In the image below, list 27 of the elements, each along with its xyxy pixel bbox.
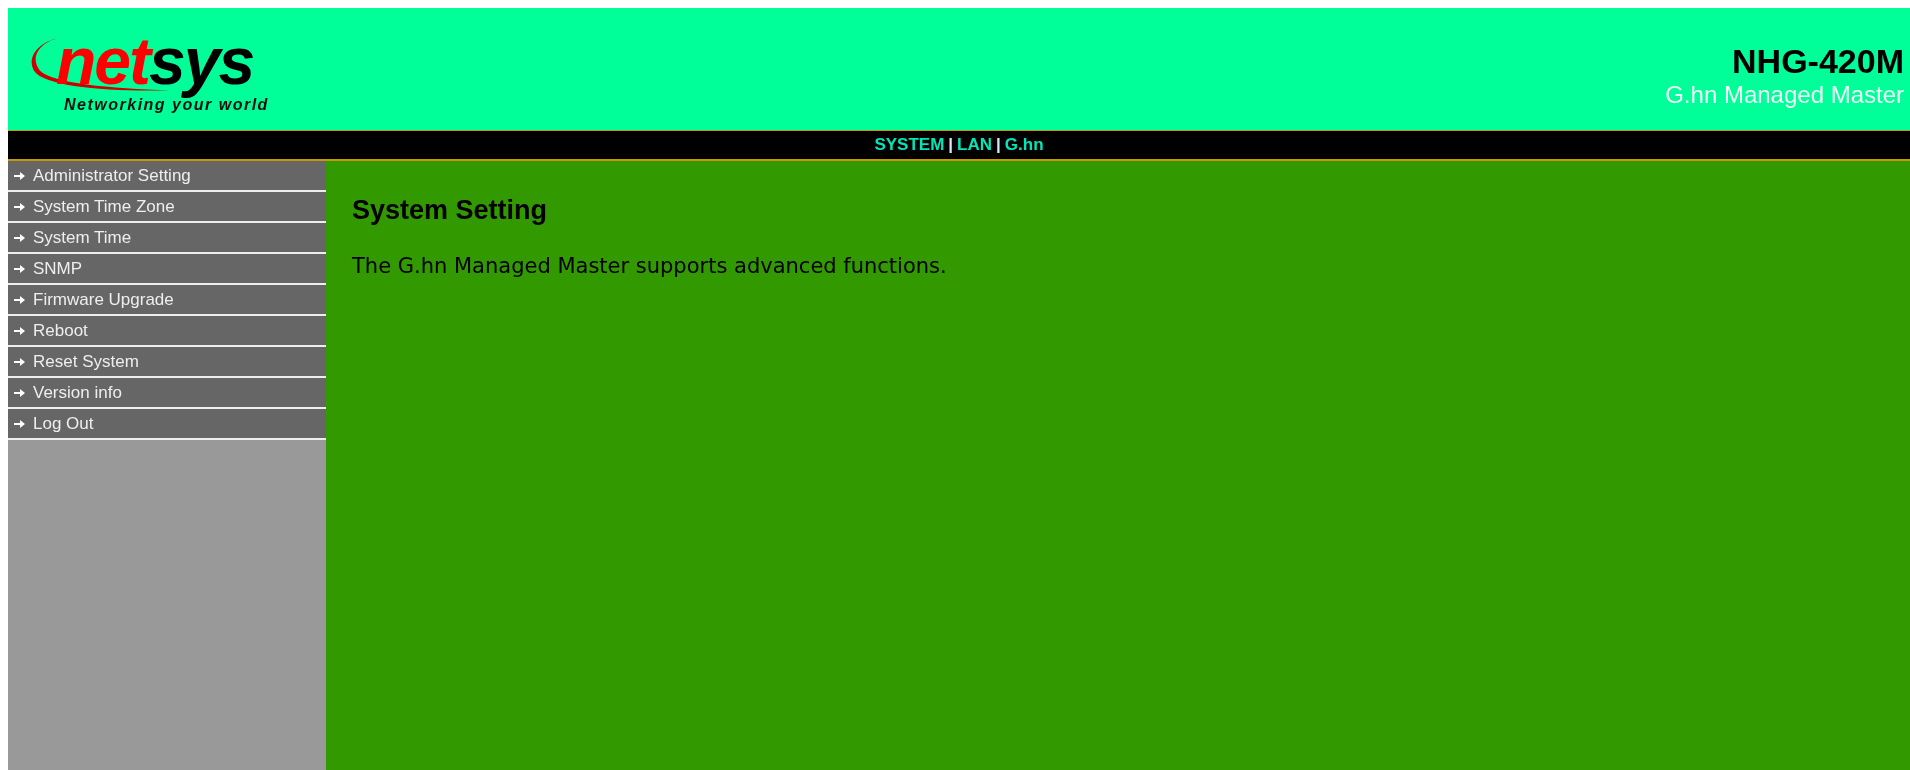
nav-separator: |: [948, 135, 954, 155]
nav-link[interactable]: SYSTEM: [874, 135, 945, 155]
arrow-icon: [14, 356, 25, 367]
sidebar-item[interactable]: Reboot: [8, 316, 326, 347]
sidebar-item[interactable]: Log Out: [8, 409, 326, 440]
sidebar-item[interactable]: Firmware Upgrade: [8, 285, 326, 316]
arrow-icon: [14, 418, 25, 429]
description-text: The G.hn Managed Master supports advanced functions.: [352, 254, 948, 278]
arrow-icon: [14, 325, 25, 336]
product-model: NHG-420M: [1732, 42, 1904, 80]
arrow-icon: [14, 170, 25, 181]
arrow-icon: [14, 232, 25, 243]
product-name: G.hn Managed Master: [1665, 80, 1904, 110]
arrow-icon: [14, 387, 25, 398]
sidebar-item[interactable]: Version info: [8, 378, 326, 409]
sidebar-item[interactable]: SNMP: [8, 254, 326, 285]
arrow-icon: [14, 201, 25, 212]
sidebar-item[interactable]: Administrator Setting: [8, 161, 326, 192]
arrow-icon: [14, 294, 25, 305]
page-title: System Setting: [352, 195, 549, 226]
sidebar-item[interactable]: System Time Zone: [8, 192, 326, 223]
arrow-icon: [14, 263, 25, 274]
nav-separator: |: [996, 135, 1001, 155]
sidebar-item[interactable]: System Time: [8, 223, 326, 254]
sidebar-item[interactable]: Reset System: [8, 347, 326, 378]
nav-link[interactable]: G.hn: [1004, 135, 1044, 155]
nav-link[interactable]: LAN: [957, 135, 993, 155]
